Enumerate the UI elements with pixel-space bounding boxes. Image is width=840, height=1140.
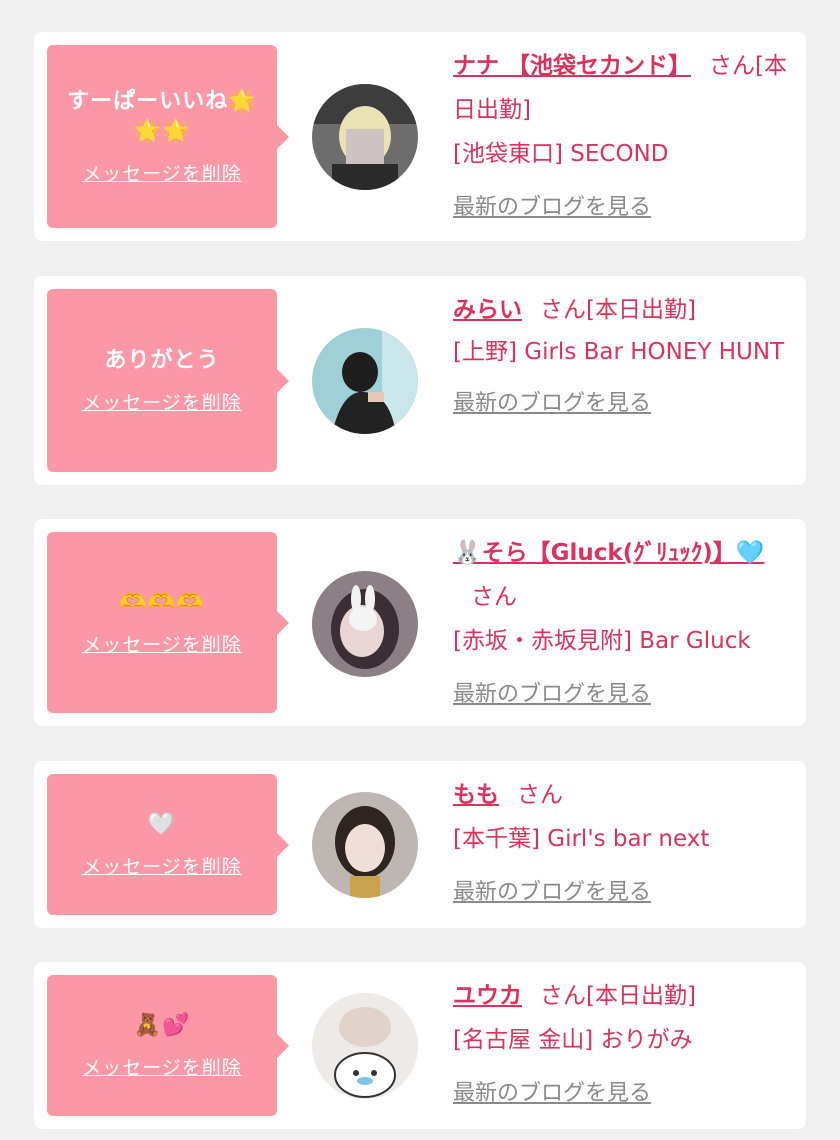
san-suffix: さん (540, 983, 586, 1009)
avatar[interactable] (312, 571, 418, 677)
cast-info: 🐰そら【Gluck(ｸﾞﾘｭｯｸ)】🩵 さん [赤坂・赤坂見附] Bar Gluc… (453, 531, 798, 717)
latest-blog-link[interactable]: 最新のブログを見る (453, 186, 798, 230)
message-bubble: 🧸💕 メッセージを削除 (47, 975, 289, 1116)
store-text: [上野] Girls Bar HONEY HUNT (453, 339, 785, 365)
latest-blog-link[interactable]: 最新のブログを見る (453, 871, 798, 915)
message-bubble: 🫶🫶🫶 メッセージを削除 (47, 532, 289, 713)
san-suffix: さん (709, 53, 756, 79)
latest-blog-link[interactable]: 最新のブログを見る (453, 673, 798, 717)
message-text: 🧸💕 (133, 1013, 191, 1038)
cast-info: ユウカ さん[本日出勤] [名古屋 金山] おりがみ 最新のブログを見る (453, 974, 798, 1116)
store-text: [赤坂・赤坂見附] Bar Gluck (453, 628, 751, 654)
san-suffix: さん (540, 297, 586, 323)
message-card: すーぱーいいね🌟 🌟🌟 メッセージを削除 ナナ 【池袋セカンド】 さん[本日出勤]… (34, 32, 806, 241)
latest-blog-link[interactable]: 最新のブログを見る (453, 1072, 798, 1116)
cast-info: みらい さん[本日出勤] [上野] Girls Bar HONEY HUNT 最新… (453, 288, 798, 426)
message-text: 🤍 (147, 812, 177, 837)
status-text: [本日出勤] (586, 297, 696, 323)
san-suffix: さん (517, 782, 563, 808)
latest-blog-link[interactable]: 最新のブログを見る (453, 382, 798, 426)
delete-message-link[interactable]: メッセージを削除 (82, 1053, 242, 1080)
cast-info: ナナ 【池袋セカンド】 さん[本日出勤] [池袋東口] SECOND 最新のブログ… (453, 44, 798, 230)
avatar[interactable] (312, 84, 418, 190)
message-card: ありがとう メッセージを削除 みらい さん[本日出勤] [上野] Girls Ba… (34, 276, 806, 485)
message-bubble: すーぱーいいね🌟 🌟🌟 メッセージを削除 (47, 45, 289, 228)
message-bubble: ありがとう メッセージを削除 (47, 289, 289, 472)
cast-info: もも さん [本千葉] Girl's bar next 最新のブログを見る (453, 773, 798, 915)
cast-name-link[interactable]: もも (453, 782, 499, 808)
avatar[interactable] (312, 792, 418, 898)
cast-name-link[interactable]: ナナ 【池袋セカンド】 (453, 53, 691, 79)
cast-name-link[interactable]: ユウカ (453, 983, 522, 1009)
message-bubble: 🤍 メッセージを削除 (47, 774, 289, 915)
delete-message-link[interactable]: メッセージを削除 (82, 388, 242, 415)
delete-message-link[interactable]: メッセージを削除 (82, 852, 242, 879)
message-text: すーぱーいいね🌟 🌟🌟 (67, 89, 257, 144)
delete-message-link[interactable]: メッセージを削除 (82, 630, 242, 657)
message-card: 🤍 メッセージを削除 もも さん [本千葉] Girl's bar next 最新… (34, 761, 806, 928)
san-suffix: さん (471, 584, 517, 610)
avatar[interactable] (312, 993, 418, 1099)
cast-name-link[interactable]: 🐰そら【Gluck(ｸﾞﾘｭｯｸ)】🩵 (453, 540, 764, 566)
message-card: 🧸💕 メッセージを削除 ユウカ さん[本日出勤] [名古屋 金山] おりがみ 最新… (34, 962, 806, 1129)
store-text: [本千葉] Girl's bar next (453, 826, 710, 852)
store-text: [池袋東口] SECOND (453, 141, 669, 167)
message-text: ありがとう (104, 348, 220, 373)
message-text: 🫶🫶🫶 (119, 590, 205, 615)
avatar[interactable] (312, 328, 418, 434)
cast-name-link[interactable]: みらい (453, 297, 522, 323)
status-text: [本日出勤] (586, 983, 696, 1009)
store-text: [名古屋 金山] おりがみ (453, 1027, 693, 1053)
message-card: 🫶🫶🫶 メッセージを削除 🐰そら【Gluck(ｸﾞﾘｭｯｸ)】🩵 さん [赤坂・赤… (34, 519, 806, 726)
delete-message-link[interactable]: メッセージを削除 (82, 159, 242, 186)
